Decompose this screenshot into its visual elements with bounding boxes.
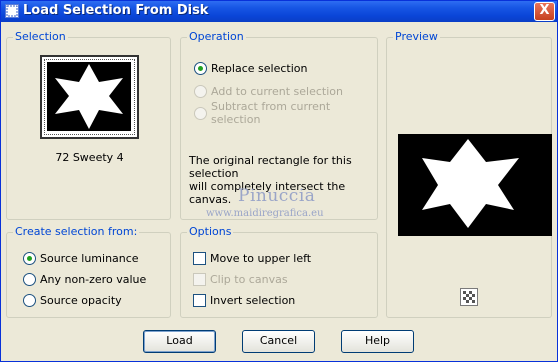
selection-thumbnail-image — [44, 59, 135, 135]
radio-label: Add to current selection — [211, 84, 343, 98]
create-selection-from-title: Create selection from: — [13, 225, 140, 238]
checkbox-label: Clip to canvas — [210, 272, 288, 286]
checker-pattern-icon[interactable] — [460, 288, 478, 306]
preview-image — [398, 134, 552, 236]
load-button[interactable]: Load — [143, 330, 216, 353]
checkbox-invert-selection[interactable]: Invert selection — [193, 293, 295, 307]
create-selection-from-group: Create selection from: Source luminance … — [6, 226, 171, 318]
cancel-button[interactable]: Cancel — [242, 330, 315, 353]
selection-group: Selection 72 Sweety 4 — [6, 31, 171, 220]
options-group: Options Move to upper left Clip to canva… — [180, 226, 378, 318]
radio-subtract-from-selection: Subtract from current selection — [194, 100, 377, 126]
checkbox-clip-to-canvas: Clip to canvas — [193, 272, 288, 286]
options-group-title: Options — [187, 225, 234, 238]
app-icon — [5, 4, 19, 18]
checkbox-label: Move to upper left — [210, 251, 312, 265]
checkbox[interactable] — [193, 293, 206, 307]
checkbox — [193, 272, 206, 286]
radio-label: Any non-zero value — [40, 272, 147, 286]
operation-group-title: Operation — [187, 30, 246, 43]
checkbox[interactable] — [193, 251, 206, 265]
radio-button — [194, 84, 207, 98]
radio-button[interactable] — [194, 61, 207, 75]
radio-source-opacity[interactable]: Source opacity — [23, 293, 122, 307]
watermark-name: Pinuccia — [238, 186, 316, 206]
radio-label: Source opacity — [40, 293, 122, 307]
checkbox-label: Invert selection — [210, 293, 296, 307]
radio-button — [194, 106, 207, 120]
dialog-window: Load Selection From Disk X Selection 72 … — [0, 0, 558, 362]
radio-button[interactable] — [23, 251, 36, 265]
radio-add-to-selection: Add to current selection — [194, 84, 343, 98]
radio-button[interactable] — [23, 272, 36, 286]
radio-any-non-zero-value[interactable]: Any non-zero value — [23, 272, 146, 286]
info-line: The original rectangle for this selectio… — [189, 154, 352, 180]
help-button[interactable]: Help — [341, 330, 414, 353]
title-bar[interactable]: Load Selection From Disk X — [1, 1, 557, 22]
selection-group-title: Selection — [13, 30, 68, 43]
preview-group-title: Preview — [393, 30, 440, 43]
watermark-url: www.maidiregrafica.eu — [206, 208, 324, 219]
radio-source-luminance[interactable]: Source luminance — [23, 251, 139, 265]
selection-thumbnail-label: 72 Sweety 4 — [55, 151, 124, 164]
preview-group: Preview — [386, 31, 552, 318]
selection-thumbnail[interactable] — [40, 55, 139, 139]
window-title: Load Selection From Disk — [23, 3, 209, 18]
radio-label: Subtract from current selection — [211, 100, 331, 126]
radio-label: Source luminance — [40, 251, 139, 265]
close-button[interactable]: X — [534, 2, 555, 21]
radio-replace-selection[interactable]: Replace selection — [194, 61, 307, 75]
radio-button[interactable] — [23, 293, 36, 307]
checkbox-move-to-upper-left[interactable]: Move to upper left — [193, 251, 311, 265]
radio-label: Replace selection — [211, 61, 308, 75]
